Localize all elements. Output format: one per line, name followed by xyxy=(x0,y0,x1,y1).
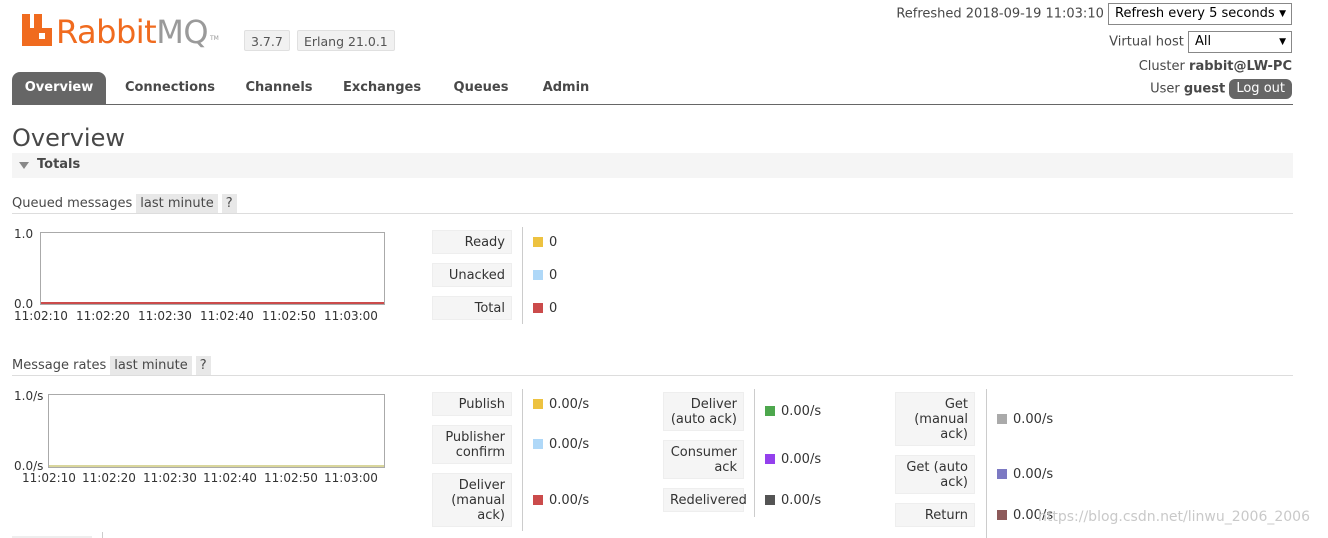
total-label: Total xyxy=(432,296,512,320)
unacked-value: 0 xyxy=(533,268,557,283)
publisher-confirm-swatch xyxy=(533,439,543,449)
vhost-select[interactable]: All ▼ xyxy=(1188,31,1292,53)
tab-overview[interactable]: Overview xyxy=(12,72,106,104)
x-tick: 11:02:50 xyxy=(262,309,316,323)
queued-help-button[interactable]: ? xyxy=(221,194,237,213)
watermark: https://blog.csdn.net/linwu_2006_2006 xyxy=(1038,509,1310,525)
rates-help-button[interactable]: ? xyxy=(195,356,211,375)
consumer-ack-swatch xyxy=(765,454,775,464)
rates-y-top: 1.0/s xyxy=(14,389,44,403)
x-tick: 11:02:10 xyxy=(14,309,68,323)
get-manual-ack-value: 0.00/s xyxy=(997,412,1053,427)
separator xyxy=(754,389,755,517)
vhost-label: Virtual host xyxy=(1109,34,1184,50)
get-auto-ack-value: 0.00/s xyxy=(997,467,1053,482)
x-tick: 11:02:20 xyxy=(76,309,130,323)
vhost-row: Virtual host All ▼ xyxy=(1109,31,1292,53)
consumer-ack-label: Consumer ack xyxy=(663,440,744,479)
queued-messages-chart xyxy=(40,232,385,305)
tab-exchanges[interactable]: Exchanges xyxy=(338,72,426,104)
x-tick: 11:02:50 xyxy=(264,471,318,485)
rates-title: Message rates xyxy=(12,358,107,373)
unacked-swatch xyxy=(533,270,543,280)
tab-admin[interactable]: Admin xyxy=(536,72,596,104)
publish-value: 0.00/s xyxy=(533,397,589,412)
page-title: Overview xyxy=(12,124,125,152)
logo-text: Rabbit xyxy=(56,13,157,51)
return-label: Return xyxy=(895,503,975,527)
divider xyxy=(12,213,1293,214)
publish-label: Publish xyxy=(432,392,512,416)
x-tick: 11:02:40 xyxy=(200,309,254,323)
x-tick: 11:02:40 xyxy=(203,471,257,485)
separator xyxy=(102,532,103,538)
deliver-auto-ack-swatch xyxy=(765,406,775,416)
queued-messages-header: Queued messages last minute? xyxy=(12,194,237,213)
totals-label: Totals xyxy=(37,157,81,172)
redelivered-label: Redelivered xyxy=(663,488,747,512)
refresh-select[interactable]: Refresh every 5 seconds ▼ xyxy=(1108,3,1292,25)
get-auto-ack-label: Get (auto ack) xyxy=(895,455,975,494)
ready-label: Ready xyxy=(432,230,512,254)
chevron-down-icon: ▼ xyxy=(1279,37,1286,47)
ready-swatch xyxy=(533,237,543,247)
publisher-confirm-value: 0.00/s xyxy=(533,437,589,452)
x-tick: 11:03:00 xyxy=(324,471,378,485)
deliver-auto-ack-value: 0.00/s xyxy=(765,404,821,419)
deliver-manual-ack-swatch xyxy=(533,495,543,505)
consumer-ack-value: 0.00/s xyxy=(765,452,821,467)
queued-series-line xyxy=(41,302,384,304)
total-swatch xyxy=(533,303,543,313)
message-rates-header: Message rates last minute? xyxy=(12,356,211,375)
message-rates-chart xyxy=(48,394,385,468)
erlang-badge: Erlang 21.0.1 xyxy=(297,30,395,51)
logo-tm: TM xyxy=(210,35,219,42)
refreshed-label: Refreshed 2018-09-19 11:03:10 xyxy=(896,6,1104,22)
return-swatch xyxy=(997,510,1007,520)
tab-channels[interactable]: Channels xyxy=(238,72,320,104)
queued-range-button[interactable]: last minute xyxy=(136,194,218,213)
get-manual-ack-label: Get (manual ack) xyxy=(895,392,975,446)
queued-title: Queued messages xyxy=(12,196,133,211)
rates-series-line xyxy=(49,465,384,467)
ready-value: 0 xyxy=(533,235,557,250)
separator xyxy=(522,389,523,531)
separator xyxy=(522,227,523,324)
deliver-manual-ack-value: 0.00/s xyxy=(533,493,589,508)
rabbit-logo-icon xyxy=(22,14,52,46)
x-tick: 11:02:10 xyxy=(22,471,76,485)
queued-y-top: 1.0 xyxy=(14,227,34,241)
main-tabs: Overview Connections Channels Exchanges … xyxy=(12,72,1293,105)
rates-range-button[interactable]: last minute xyxy=(110,356,192,375)
x-tick: 11:02:30 xyxy=(143,471,197,485)
tab-connections[interactable]: Connections xyxy=(120,72,220,104)
chevron-down-icon: ▼ xyxy=(1279,9,1286,19)
redelivered-swatch xyxy=(765,495,775,505)
deliver-auto-ack-label: Deliver (auto ack) xyxy=(663,392,744,431)
x-tick: 11:02:30 xyxy=(138,309,192,323)
tab-queues[interactable]: Queues xyxy=(448,72,514,104)
get-auto-ack-swatch xyxy=(997,469,1007,479)
total-value: 0 xyxy=(533,301,557,316)
divider xyxy=(12,375,1293,376)
deliver-manual-ack-label: Deliver (manual ack) xyxy=(432,473,512,527)
version-badge: 3.7.7 xyxy=(244,30,290,51)
refresh-row: Refreshed 2018-09-19 11:03:10 Refresh ev… xyxy=(896,3,1292,25)
x-tick: 11:03:00 xyxy=(324,309,378,323)
publish-swatch xyxy=(533,399,543,409)
collapse-triangle-icon xyxy=(19,162,29,169)
unacked-label: Unacked xyxy=(432,263,512,287)
rabbitmq-logo: RabbitMQ TM xyxy=(22,8,219,52)
redelivered-value: 0.00/s xyxy=(765,493,821,508)
logo-text-mq: MQ xyxy=(156,13,208,51)
x-tick: 11:02:20 xyxy=(82,471,136,485)
publisher-confirm-label: Publisher confirm xyxy=(432,425,512,464)
totals-toggle[interactable]: Totals xyxy=(12,153,1293,178)
separator xyxy=(986,389,987,538)
get-manual-ack-swatch xyxy=(997,414,1007,424)
